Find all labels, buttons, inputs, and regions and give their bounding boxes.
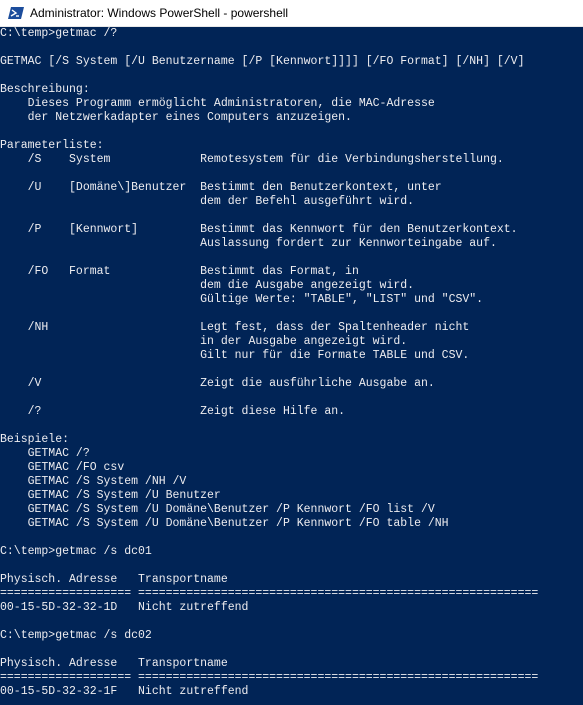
title-bar[interactable]: Administrator: Windows PowerShell - powe… (0, 0, 583, 27)
window-title: Administrator: Windows PowerShell - powe… (30, 6, 289, 20)
console-line: C:\temp>getmac /? (0, 27, 118, 40)
console-line: /NH Legt fest, dass der Spaltenheader ni… (0, 321, 470, 334)
console-line: /FO Format Bestimmt das Format, in (0, 265, 359, 278)
console-line: GETMAC /S System /U Benutzer (0, 489, 221, 502)
console-line: Gültige Werte: "TABLE", "LIST" und "CSV"… (0, 293, 484, 306)
console-line: in der Ausgabe angezeigt wird. (0, 335, 408, 348)
console-line: /? Zeigt diese Hilfe an. (0, 405, 346, 418)
console-line: Auslassung fordert zur Kennworteingabe a… (0, 237, 497, 250)
console-line: /P [Kennwort] Bestimmt das Kennwort für … (0, 223, 518, 236)
console-line: GETMAC /FO csv (0, 461, 125, 474)
console-area[interactable]: C:\temp>getmac /? GETMAC [/S System [/U B… (0, 27, 583, 705)
console-line: GETMAC [/S System [/U Benutzername [/P [… (0, 55, 525, 68)
console-line: der Netzwerkadapter eines Computers anzu… (0, 111, 352, 124)
console-line: C:\temp>getmac /s dc02 (0, 629, 152, 642)
console-line: GETMAC /? (0, 447, 90, 460)
console-line: GETMAC /S System /NH /V (0, 475, 187, 488)
console-line: /V Zeigt die ausführliche Ausgabe an. (0, 377, 435, 390)
console-output[interactable]: C:\temp>getmac /? GETMAC [/S System [/U B… (0, 27, 583, 699)
powershell-icon[interactable] (8, 5, 24, 21)
console-line: GETMAC /S System /U Domäne\Benutzer /P K… (0, 517, 449, 530)
console-line: dem der Befehl ausgeführt wird. (0, 195, 415, 208)
console-line: Beispiele: (0, 433, 70, 446)
console-line: C:\temp>getmac /s dc01 (0, 545, 152, 558)
console-line: /S System Remotesystem für die Verbindun… (0, 153, 504, 166)
powershell-window: Administrator: Windows PowerShell - powe… (0, 0, 583, 705)
console-line: Gilt nur für die Formate TABLE und CSV. (0, 349, 470, 362)
console-line: GETMAC /S System /U Domäne\Benutzer /P K… (0, 503, 435, 516)
console-line: Parameterliste: (0, 139, 104, 152)
console-line: =================== ====================… (0, 671, 539, 684)
console-line: Physisch. Adresse Transportname (0, 657, 228, 670)
console-line: =================== ====================… (0, 587, 539, 600)
console-line: 00-15-5D-32-32-1F Nicht zutreffend (0, 685, 249, 698)
console-line: /U [Domäne\]Benutzer Bestimmt den Benutz… (0, 181, 442, 194)
console-line: Beschreibung: (0, 83, 90, 96)
console-line: dem die Ausgabe angezeigt wird. (0, 279, 415, 292)
console-line: 00-15-5D-32-32-1D Nicht zutreffend (0, 601, 249, 614)
console-line: Physisch. Adresse Transportname (0, 573, 228, 586)
console-line: Dieses Programm ermöglicht Administrator… (0, 97, 435, 110)
